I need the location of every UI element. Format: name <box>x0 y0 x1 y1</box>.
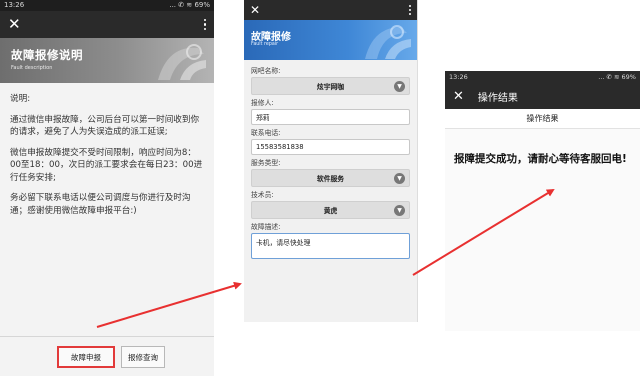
cafe-name-select[interactable]: 炫宇网咖 ▼ <box>251 77 410 95</box>
service-type-value: 软件服务 <box>316 175 345 183</box>
page-subtitle: Fault description <box>11 65 53 71</box>
technician-value: 黄虎 <box>323 207 338 215</box>
more-menu-icon[interactable] <box>203 18 206 31</box>
service-type-label: 服务类型: <box>251 159 281 167</box>
banner-decoration-graphic <box>365 25 411 59</box>
form-banner: 故障报修 Fault repair <box>244 20 417 60</box>
service-type-select[interactable]: 软件服务 ▼ <box>251 169 410 187</box>
status-bar: 13:26 ... ✆ ≋ 69% <box>445 71 640 83</box>
description-text: 说明: 通过微信申报故障，公司后台可以第一时间收到你的请求，避免了人为失误造成的… <box>0 83 214 217</box>
description-paragraph: 通过微信申报故障，公司后台可以第一时间收到你的请求，避免了人为失误造成的派工延误… <box>10 114 200 138</box>
description-paragraph: 务必留下联系电话以便公司调度与你进行及时沟通；感谢使用微信故障申报平台:) <box>10 193 191 216</box>
fault-description-label: 故障描述: <box>251 223 281 231</box>
cafe-name-label: 网吧名称: <box>251 67 281 75</box>
close-icon[interactable]: ✕ <box>250 4 260 16</box>
page-banner: 故障报修说明 Fault description <box>0 38 214 83</box>
form-title: 故障报修 <box>251 32 291 43</box>
cafe-name-value: 炫宇网咖 <box>316 83 345 91</box>
fault-report-button[interactable]: 故障申报 <box>57 346 115 368</box>
technician-label: 技术员: <box>251 191 274 199</box>
fault-description-textarea[interactable]: 卡机，请尽快处理 <box>251 233 410 259</box>
operation-result-screen: 13:26 ... ✆ ≋ 69% ✕ 操作结果 操作结果 报障提交成功，请耐心… <box>445 71 640 331</box>
chevron-down-icon: ▼ <box>394 173 405 184</box>
phone-input[interactable]: 15583581838 <box>251 139 410 155</box>
top-nav-bar: ✕ 操作结果 <box>445 83 640 109</box>
technician-select[interactable]: 黄虎 ▼ <box>251 201 410 219</box>
status-indicators: ... ✆ ≋ 69% <box>169 1 210 9</box>
close-icon[interactable]: ✕ <box>8 17 21 32</box>
repair-form: 网吧名称: 炫宇网咖 ▼ 报修人: 郑莉 联系电话: 15583581838 服… <box>244 60 417 259</box>
nav-title: 操作结果 <box>477 92 518 104</box>
top-nav-bar: ✕ <box>244 0 417 20</box>
description-paragraph: 微信申报故障提交不受时间限制，响应时间为8：00至18：00，次日的派工要求会在… <box>10 147 203 183</box>
form-subtitle: Fault repair <box>251 42 279 47</box>
chevron-down-icon: ▼ <box>394 205 405 216</box>
fault-description-screen: 13:26 ... ✆ ≋ 69% ✕ 故障报修说明 Fault descrip… <box>0 0 214 376</box>
composite-screenshot: 13:26 ... ✆ ≋ 69% ✕ 故障报修说明 Fault descrip… <box>0 0 640 376</box>
top-nav-bar: ✕ <box>0 11 214 38</box>
repair-query-button[interactable]: 报修查询 <box>121 346 165 368</box>
chevron-down-icon: ▼ <box>394 81 405 92</box>
bottom-action-bar: 故障申报 报修查询 <box>0 336 214 376</box>
close-icon[interactable]: ✕ <box>453 90 464 103</box>
more-menu-icon[interactable] <box>409 5 411 15</box>
banner-decoration-graphic <box>158 44 206 80</box>
status-indicators: ... ✆ ≋ 69% <box>598 73 636 81</box>
status-time: 13:26 <box>4 1 25 9</box>
description-paragraph: 说明: <box>10 94 31 104</box>
phone-label: 联系电话: <box>251 129 281 137</box>
status-time: 13:26 <box>449 73 468 81</box>
reporter-input[interactable]: 郑莉 <box>251 109 410 125</box>
status-bar: 13:26 ... ✆ ≋ 69% <box>0 0 214 11</box>
fault-repair-form-screen: ✕ 故障报修 Fault repair 网吧名称: 炫宇网咖 ▼ 报修人: 郑莉… <box>244 0 418 322</box>
page-title: 故障报修说明 <box>11 48 83 62</box>
result-header: 操作结果 <box>445 109 640 129</box>
reporter-label: 报修人: <box>251 99 274 107</box>
success-message: 报障提交成功，请耐心等待客服回电! <box>454 153 627 165</box>
